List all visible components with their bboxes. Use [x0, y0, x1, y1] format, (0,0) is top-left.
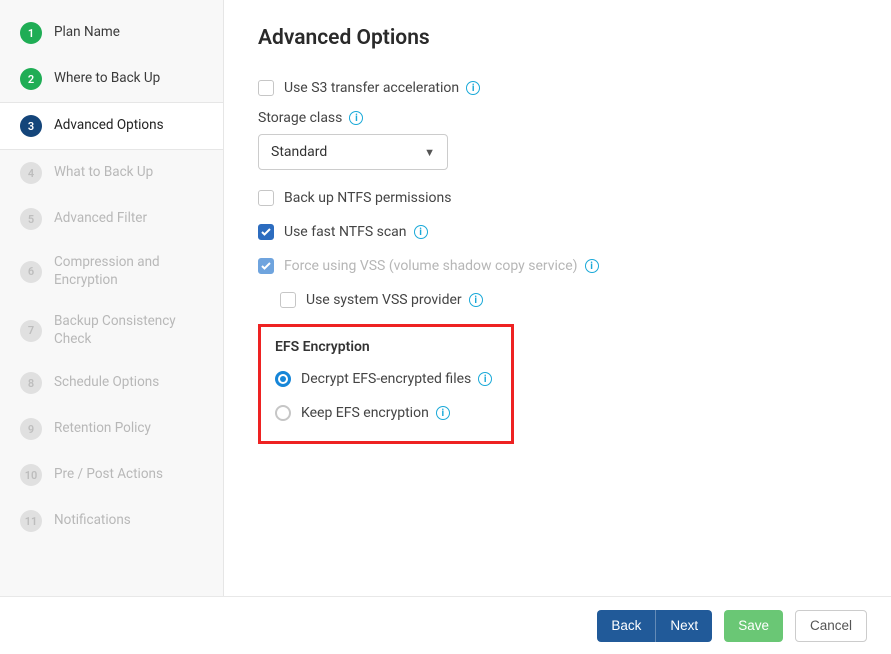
backup-ntfs-row[interactable]: Back up NTFS permissions: [258, 186, 857, 210]
info-icon[interactable]: i: [436, 406, 450, 420]
cancel-button[interactable]: Cancel: [795, 610, 867, 642]
wizard-sidebar: 1 Plan Name 2 Where to Back Up 3 Advance…: [0, 0, 224, 654]
label-keep-efs: Keep EFS encryption: [301, 405, 429, 421]
sidebar-item-where-to-back-up[interactable]: 2 Where to Back Up: [0, 56, 223, 102]
checkbox-s3-transfer[interactable]: [258, 80, 274, 96]
checkbox-backup-ntfs[interactable]: [258, 190, 274, 206]
checkbox-force-vss: [258, 258, 274, 274]
sidebar-item-label: Where to Back Up: [54, 70, 160, 88]
info-icon[interactable]: i: [466, 81, 480, 95]
step-index-7: 7: [20, 320, 42, 342]
radio-decrypt-efs[interactable]: [275, 371, 291, 387]
sidebar-item-backup-consistency-check[interactable]: 7 Backup Consistency Check: [0, 301, 223, 360]
s3-transfer-row[interactable]: Use S3 transfer acceleration i: [258, 76, 857, 100]
sidebar-item-advanced-options[interactable]: 3 Advanced Options: [0, 102, 223, 150]
storage-class-select[interactable]: Standard ▼: [258, 134, 448, 170]
sidebar-item-label: Retention Policy: [54, 420, 151, 438]
checkbox-fast-ntfs[interactable]: [258, 224, 274, 240]
sidebar-item-plan-name[interactable]: 1 Plan Name: [0, 10, 223, 56]
sidebar-item-label: Advanced Filter: [54, 210, 147, 228]
label-force-vss: Force using VSS (volume shadow copy serv…: [284, 258, 578, 274]
force-vss-row: Force using VSS (volume shadow copy serv…: [258, 254, 857, 278]
save-button[interactable]: Save: [724, 610, 783, 642]
sidebar-item-label: Compression and Encryption: [54, 254, 203, 289]
efs-encryption-section: EFS Encryption Decrypt EFS-encrypted fil…: [258, 324, 514, 444]
info-icon[interactable]: i: [414, 225, 428, 239]
step-index-2: 2: [20, 68, 42, 90]
step-index-9: 9: [20, 418, 42, 440]
step-index-3: 3: [20, 115, 42, 137]
sidebar-item-advanced-filter[interactable]: 5 Advanced Filter: [0, 196, 223, 242]
label-s3-transfer: Use S3 transfer acceleration: [284, 80, 459, 96]
checkbox-system-vss[interactable]: [280, 292, 296, 308]
step-index-8: 8: [20, 372, 42, 394]
caret-down-icon: ▼: [424, 146, 435, 159]
decrypt-efs-row[interactable]: Decrypt EFS-encrypted files i: [275, 367, 497, 391]
sidebar-item-label: Advanced Options: [54, 117, 164, 135]
radio-keep-efs[interactable]: [275, 405, 291, 421]
wizard-footer: Back Next Save Cancel: [0, 596, 891, 654]
sidebar-item-label: Schedule Options: [54, 374, 159, 392]
step-index-1: 1: [20, 22, 42, 44]
sidebar-item-compression-encryption[interactable]: 6 Compression and Encryption: [0, 242, 223, 301]
info-icon[interactable]: i: [349, 111, 363, 125]
sidebar-item-what-to-back-up[interactable]: 4 What to Back Up: [0, 150, 223, 196]
page-title: Advanced Options: [258, 26, 857, 50]
sidebar-item-pre-post-actions[interactable]: 10 Pre / Post Actions: [0, 452, 223, 498]
info-icon[interactable]: i: [585, 259, 599, 273]
main-content: Advanced Options Use S3 transfer acceler…: [224, 0, 891, 654]
storage-class-value: Standard: [271, 144, 327, 160]
system-vss-row[interactable]: Use system VSS provider i: [258, 288, 857, 312]
sidebar-item-retention-policy[interactable]: 9 Retention Policy: [0, 406, 223, 452]
step-index-10: 10: [20, 464, 42, 486]
info-icon[interactable]: i: [478, 372, 492, 386]
sidebar-item-label: Backup Consistency Check: [54, 313, 203, 348]
next-button[interactable]: Next: [656, 610, 712, 642]
back-button[interactable]: Back: [597, 610, 656, 642]
sidebar-item-schedule-options[interactable]: 8 Schedule Options: [0, 360, 223, 406]
label-backup-ntfs: Back up NTFS permissions: [284, 190, 451, 206]
step-index-4: 4: [20, 162, 42, 184]
sidebar-item-label: Pre / Post Actions: [54, 466, 163, 484]
step-index-6: 6: [20, 261, 42, 283]
efs-heading: EFS Encryption: [275, 339, 497, 355]
fast-ntfs-row[interactable]: Use fast NTFS scan i: [258, 220, 857, 244]
sidebar-item-label: What to Back Up: [54, 164, 153, 182]
label-fast-ntfs: Use fast NTFS scan: [284, 224, 407, 240]
info-icon[interactable]: i: [469, 293, 483, 307]
storage-class-text: Storage class: [258, 110, 342, 126]
keep-efs-row[interactable]: Keep EFS encryption i: [275, 401, 497, 425]
sidebar-item-notifications[interactable]: 11 Notifications: [0, 498, 223, 544]
step-index-11: 11: [20, 510, 42, 532]
sidebar-item-label: Plan Name: [54, 24, 120, 42]
sidebar-item-label: Notifications: [54, 512, 131, 530]
label-decrypt-efs: Decrypt EFS-encrypted files: [301, 371, 471, 387]
back-next-group: Back Next: [597, 610, 712, 642]
storage-class-label: Storage class i: [258, 110, 857, 126]
label-system-vss: Use system VSS provider: [306, 292, 462, 308]
step-index-5: 5: [20, 208, 42, 230]
